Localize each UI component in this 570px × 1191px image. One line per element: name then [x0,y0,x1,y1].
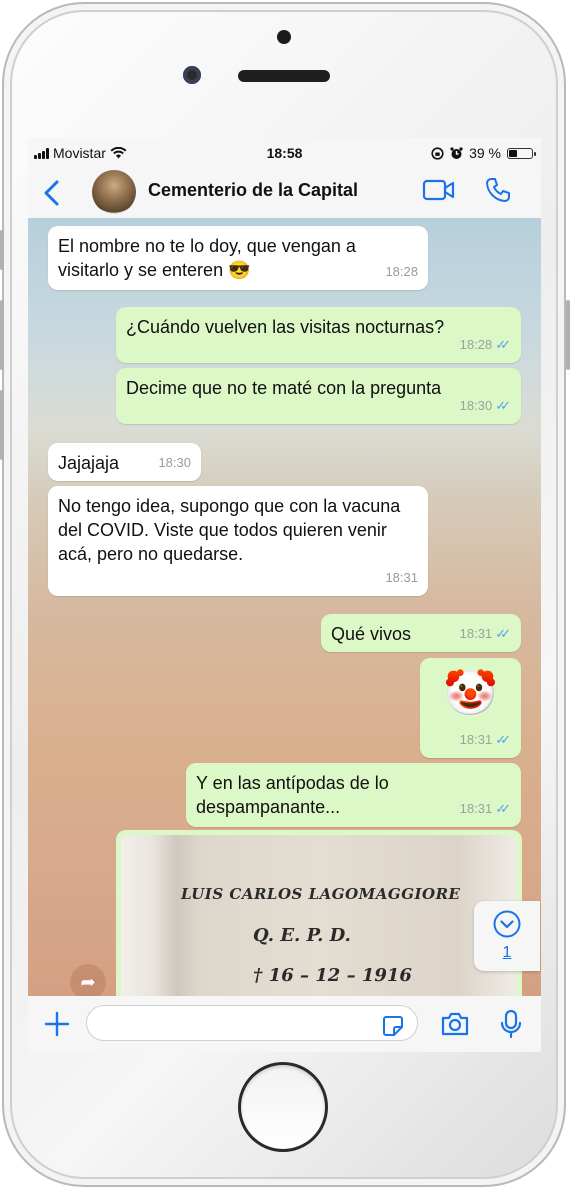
volume-down-button [0,390,4,460]
message-meta: 18:31 ✓✓ [460,797,511,821]
chat-header: Cementerio de la Capital [28,168,541,218]
front-camera [183,66,201,84]
message-bubble[interactable]: Qué vivos 18:31 ✓✓ [321,614,521,652]
back-icon[interactable] [40,178,64,208]
message-text: Jajajaja [58,453,120,473]
scroll-to-bottom-button[interactable]: 1 [474,901,540,971]
message-meta: 18:31 [385,566,418,590]
microphone-icon[interactable] [500,1009,522,1039]
tombstone-photo[interactable]: LUIS CARLOS LAGOMAGGIORE Q. E. P. D. † 1… [121,835,517,996]
message-bubble[interactable]: Decime que no te maté con la pregunta 18… [116,368,521,424]
camera-icon[interactable] [440,1011,470,1037]
message-meta: 18:31 ✓✓ [460,728,511,752]
read-ticks-icon: ✓✓ [495,732,511,747]
side-button [0,230,4,270]
message-bubble[interactable]: ¿Cuándo vuelven las visitas nocturnas? 1… [116,307,521,363]
plaque-name: LUIS CARLOS LAGOMAGGIORE [181,885,461,903]
message-text: ¿Cuándo vuelven las visitas nocturnas? [126,317,445,337]
unread-count: 1 [502,944,512,961]
battery-icon [507,147,536,159]
message-time: 18:31 [459,732,493,747]
message-input[interactable] [86,1005,418,1041]
power-button [566,300,570,370]
input-bar [28,996,541,1052]
message-text: El nombre no te lo doy, que vengan a vis… [58,236,356,280]
message-time: 18:30 [459,398,493,413]
message-bubble[interactable]: Y en las antípodas de lo despampanante..… [186,763,521,827]
plaque-date: † 16 – 12 – 1916 [253,965,412,986]
message-bubble[interactable]: No tengo idea, supongo que con la vacuna… [48,486,428,596]
message-text: Qué vivos [331,624,412,644]
message-time: 18:28 [459,337,493,352]
battery-level [509,149,517,157]
message-bubble[interactable]: 🤡 18:31 ✓✓ [420,658,521,758]
orientation-lock-icon [431,146,444,160]
message-time: 18:30 [158,455,191,470]
message-bubble[interactable]: El nombre no te lo doy, que vengan a vis… [48,226,428,290]
message-time: 18:31 [459,801,493,816]
message-meta: 18:28 ✓✓ [460,333,511,357]
status-right: 39 % [431,145,536,161]
read-ticks-icon: ✓✓ [495,337,511,352]
earpiece-speaker [238,70,330,82]
volume-up-button [0,300,4,370]
alarm-icon [450,146,463,159]
message-meta: 18:31 ✓✓ [460,622,511,646]
home-button[interactable] [238,1062,328,1152]
avatar[interactable] [92,170,136,214]
chat-title[interactable]: Cementerio de la Capital [148,180,358,201]
message-text: Y en las antípodas de lo despampanante..… [196,773,389,817]
message-time: 18:31 [385,570,418,585]
status-bar: Movistar 18:58 39 % [28,138,541,168]
battery-percentage: 39 % [469,145,501,161]
read-ticks-icon: ✓✓ [495,801,511,816]
photo-message[interactable]: LUIS CARLOS LAGOMAGGIORE Q. E. P. D. † 1… [116,830,522,996]
plus-icon[interactable] [42,1009,72,1039]
message-text: No tengo idea, supongo que con la vacuna… [58,496,401,564]
sticker-icon[interactable] [382,1015,404,1037]
message-time: 18:28 [385,264,418,279]
chat-area[interactable]: El nombre no te lo doy, que vengan a vis… [28,218,541,996]
plaque-rip: Q. E. P. D. [253,925,351,946]
sensor-dot [277,30,291,44]
phone-call-icon[interactable] [484,176,512,204]
chevron-down-icon [493,910,521,938]
read-ticks-icon: ✓✓ [495,398,511,413]
clown-emoji: 🤡 [443,669,498,718]
message-bubble[interactable]: Jajajaja 18:30 [48,443,201,481]
read-ticks-icon: ✓✓ [495,626,511,641]
message-time: 18:31 [459,626,493,641]
message-meta: 18:30 [158,451,191,475]
forward-icon[interactable]: ➦ [70,964,106,996]
message-meta: 18:30 ✓✓ [460,394,511,418]
message-text: Decime que no te maté con la pregunta [126,378,442,398]
video-call-icon[interactable] [422,178,456,202]
screen: Movistar 18:58 39 % Cementerio de la Cap… [28,138,541,1052]
message-meta: 18:28 [385,260,418,284]
